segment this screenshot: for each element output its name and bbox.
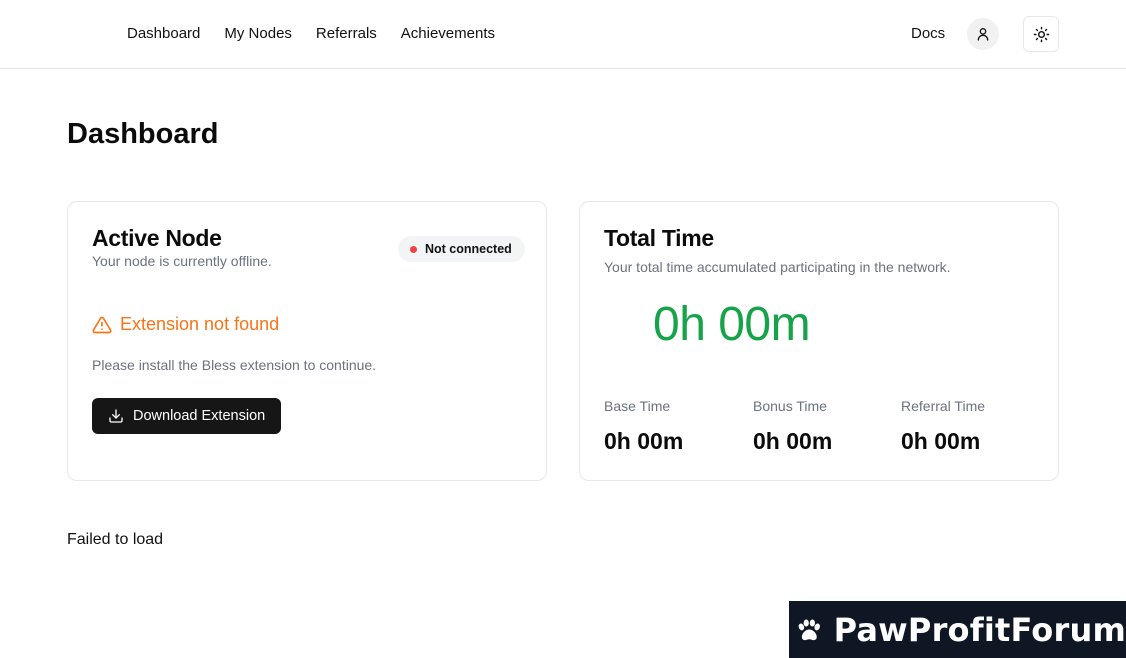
download-icon xyxy=(109,409,123,423)
referral-time-stat: Referral Time 0h 00m xyxy=(901,398,985,455)
paw-icon xyxy=(798,618,820,640)
total-time-value: 0h 00m xyxy=(653,298,811,351)
download-extension-label: Download Extension xyxy=(133,408,266,424)
main-nav: Dashboard My Nodes Referrals Achievement… xyxy=(127,25,495,42)
bonus-time-stat: Bonus Time 0h 00m xyxy=(753,398,832,455)
extension-warning: Extension not found xyxy=(92,314,279,335)
base-time-value: 0h 00m xyxy=(604,428,684,454)
base-time-label: Base Time xyxy=(604,398,671,414)
active-node-card: Active Node Your node is currently offli… xyxy=(67,201,547,481)
connection-status-label: Not connected xyxy=(425,242,512,256)
connection-status-badge: Not connected xyxy=(398,236,525,262)
referral-time-label: Referral Time xyxy=(901,398,986,414)
warning-triangle-icon xyxy=(92,316,112,333)
install-instructions: Please install the Bless extension to co… xyxy=(92,357,377,373)
total-time-title: Total Time xyxy=(604,225,714,251)
user-icon xyxy=(977,28,989,41)
nav-referrals[interactable]: Referrals xyxy=(316,25,377,42)
theme-toggle-button[interactable] xyxy=(1023,16,1059,52)
nav-achievements[interactable]: Achievements xyxy=(401,25,495,42)
referral-time-value: 0h 00m xyxy=(901,428,981,454)
page-title: Dashboard xyxy=(67,118,219,150)
download-extension-button[interactable]: Download Extension xyxy=(92,398,282,434)
top-navbar: Dashboard My Nodes Referrals Achievement… xyxy=(0,0,1126,69)
watermark-banner: PawProfitForum xyxy=(789,601,1126,658)
base-time-stat: Base Time 0h 00m xyxy=(604,398,683,455)
active-node-title: Active Node xyxy=(92,225,222,251)
active-node-subtitle: Your node is currently offline. xyxy=(92,253,272,269)
docs-link[interactable]: Docs xyxy=(911,25,945,42)
bonus-time-label: Bonus Time xyxy=(753,398,827,414)
sun-icon xyxy=(1033,26,1049,42)
nav-my-nodes[interactable]: My Nodes xyxy=(224,25,292,42)
extension-warning-text: Extension not found xyxy=(120,314,280,334)
watermark-text: PawProfitForum xyxy=(833,610,1126,649)
total-time-card: Total Time Your total time accumulated p… xyxy=(579,201,1059,481)
load-error-message: Failed to load xyxy=(67,531,164,548)
nav-dashboard[interactable]: Dashboard xyxy=(127,25,200,42)
status-dot xyxy=(410,245,417,253)
user-avatar-button[interactable] xyxy=(967,18,999,50)
total-time-subtitle: Your total time accumulated participatin… xyxy=(604,259,951,275)
bonus-time-value: 0h 00m xyxy=(753,428,833,454)
